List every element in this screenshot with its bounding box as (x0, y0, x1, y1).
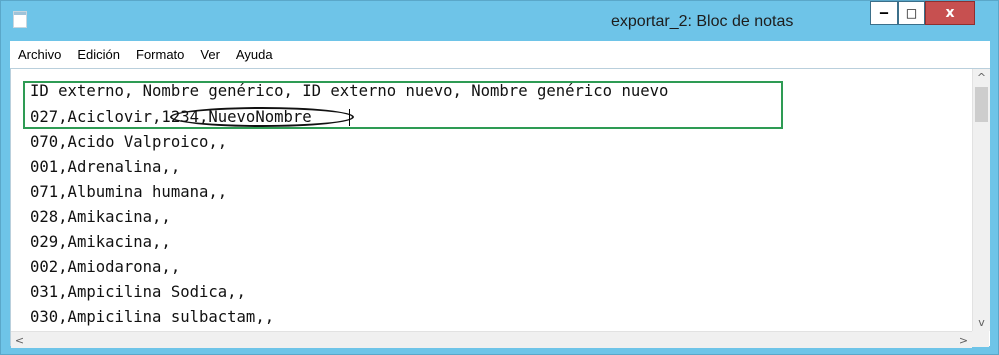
text-caret (349, 109, 350, 126)
window-title: exportar_2: Bloc de notas (611, 13, 794, 30)
annotation-circle (170, 107, 354, 127)
title-bar[interactable]: exportar_2: Bloc de notas (1, 1, 998, 41)
menu-edicion[interactable]: Edición (69, 47, 128, 62)
text-line: 031,Ampicilina Sodica,, (30, 283, 246, 301)
text-line: 001,Adrenalina,, (30, 158, 181, 176)
menu-bar: Archivo Edición Formato Ver Ayuda (10, 41, 990, 68)
scroll-right-icon[interactable]: > (955, 332, 972, 348)
text-line: 071,Albumina humana,, (30, 183, 228, 201)
text-line: 030,Ampicilina sulbactam,, (30, 308, 275, 326)
text-line: 070,Acido Valproico,, (30, 133, 228, 151)
text-editor[interactable]: ID externo, Nombre genérico, ID externo … (10, 68, 990, 348)
scroll-left-icon[interactable]: < (11, 332, 28, 348)
notepad-icon[interactable] (13, 11, 27, 28)
vertical-scroll-thumb[interactable] (975, 87, 988, 122)
scroll-down-icon[interactable]: v (973, 314, 990, 331)
menu-archivo[interactable]: Archivo (10, 47, 69, 62)
vertical-scrollbar[interactable]: ^ v (972, 69, 990, 331)
menu-ayuda[interactable]: Ayuda (228, 47, 281, 62)
highlight-box (23, 81, 783, 129)
scrollbar-corner (972, 331, 989, 347)
minimize-button[interactable]: ‒ (870, 1, 898, 25)
notepad-window: exportar_2: Bloc de notas ‒ □ x Archivo … (0, 0, 999, 355)
text-line: 028,Amikacina,, (30, 208, 171, 226)
maximize-icon: □ (905, 6, 918, 20)
scroll-up-icon[interactable]: ^ (973, 69, 990, 86)
maximize-button[interactable]: □ (898, 1, 925, 25)
close-icon: x (945, 5, 955, 21)
close-button[interactable]: x (925, 1, 975, 25)
text-area[interactable]: ID externo, Nombre genérico, ID externo … (11, 69, 972, 331)
text-line: 002,Amiodarona,, (30, 258, 181, 276)
horizontal-scrollbar[interactable]: < > (11, 331, 972, 348)
menu-ver[interactable]: Ver (192, 47, 228, 62)
menu-formato[interactable]: Formato (128, 47, 192, 62)
minimize-icon: ‒ (879, 5, 889, 21)
text-line: 029,Amikacina,, (30, 233, 171, 251)
